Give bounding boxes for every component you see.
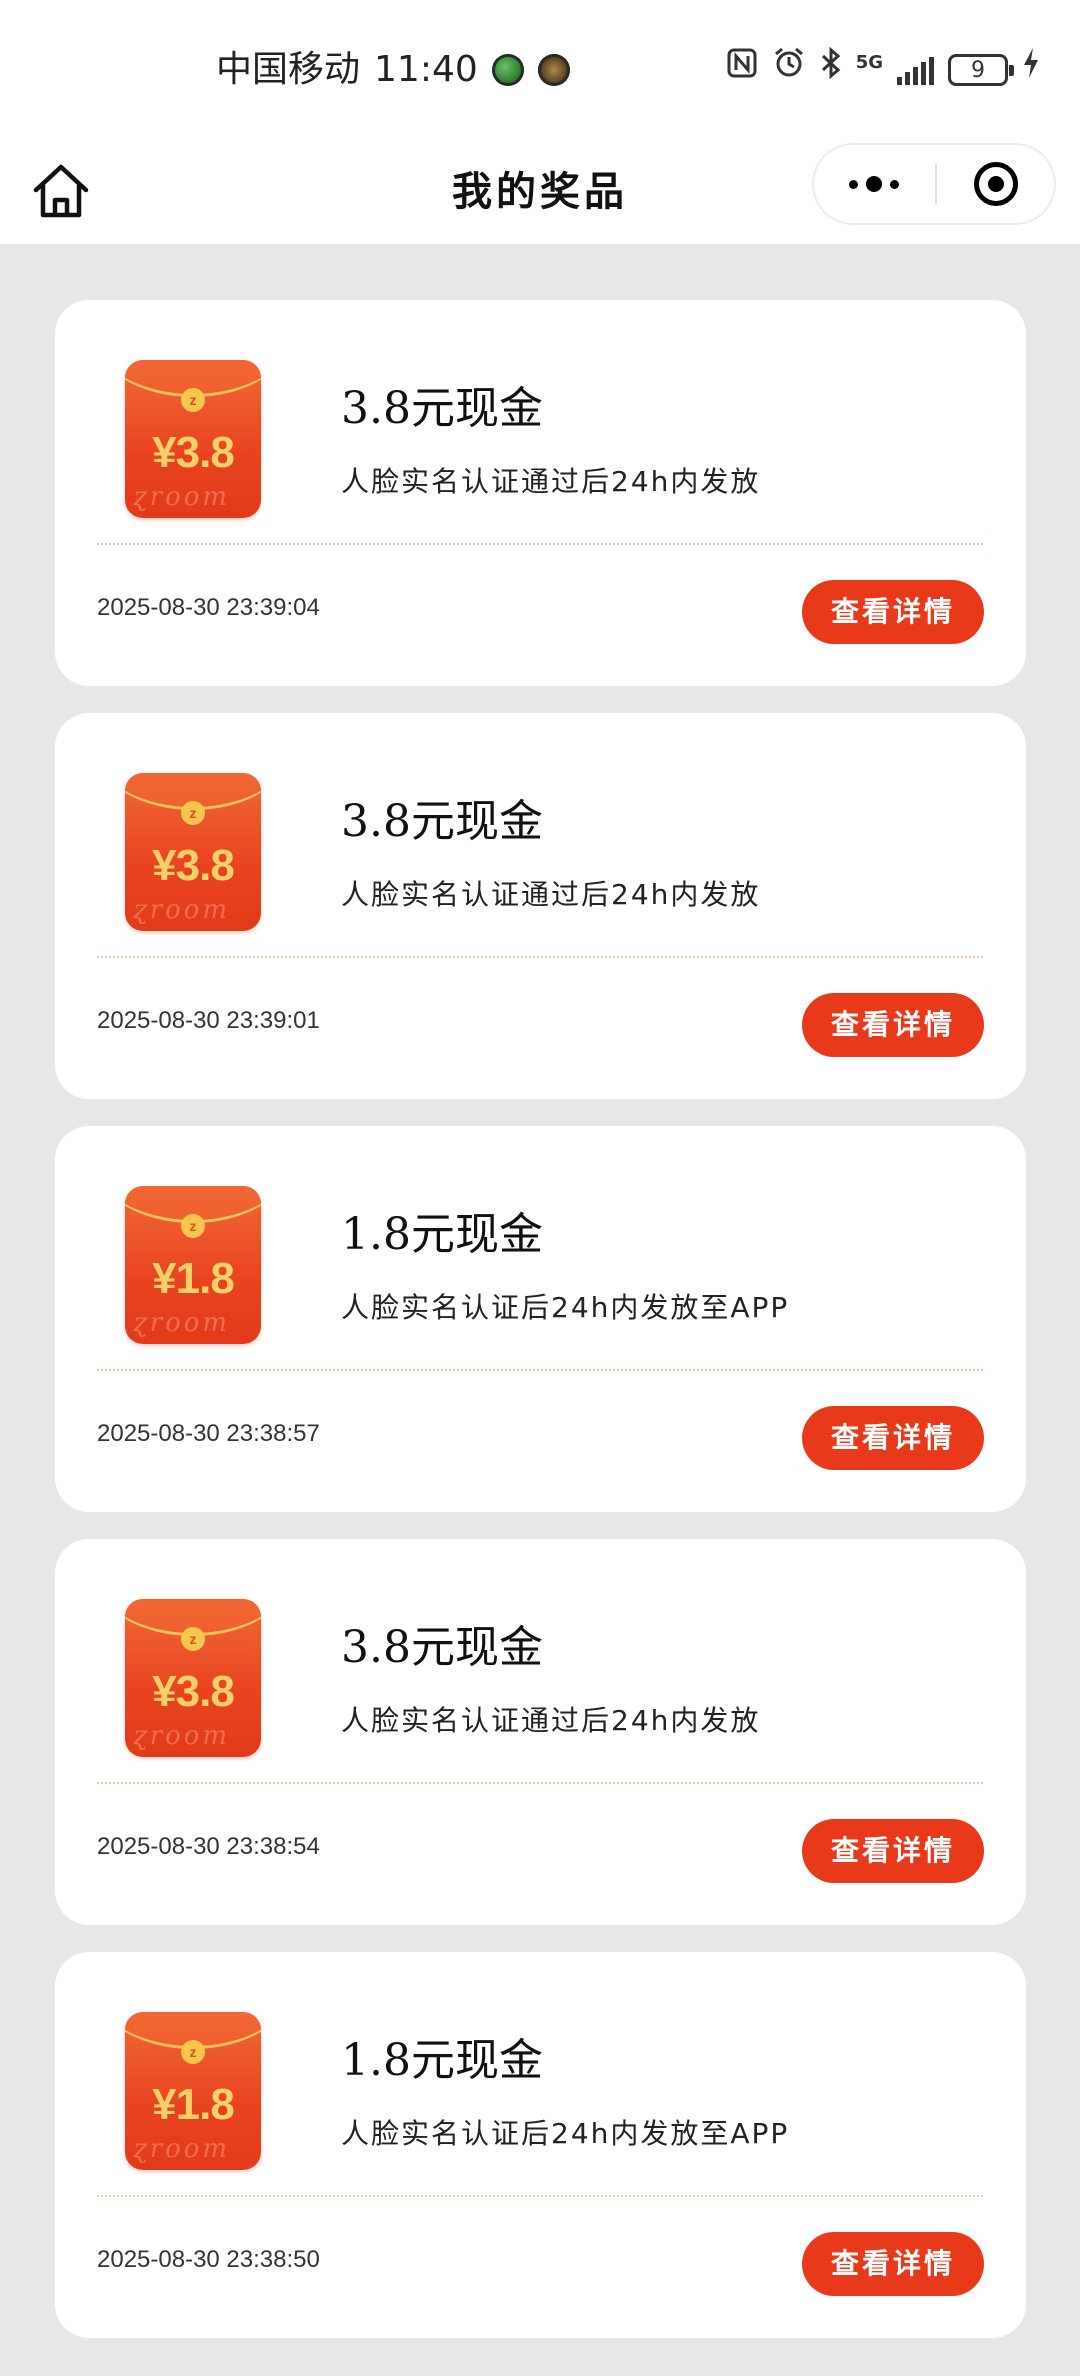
prize-description: 人脸实名认证后24h内发放至APP (341, 1291, 790, 1324)
prize-name: 1.8元现金 (341, 2035, 543, 2086)
view-details-button[interactable]: 查看详情 (802, 1406, 984, 1470)
network-type: 5G (855, 52, 883, 73)
prize-description: 人脸实名认证通过后24h内发放 (341, 878, 761, 911)
prize-card: z ¥3.8 ɀroom 3.8元现金 人脸实名认证通过后24h内发放 2025… (55, 713, 1026, 1099)
carrier-label: 中国移动 (216, 49, 361, 90)
red-envelope-icon: z ¥3.8 ɀroom (125, 360, 261, 518)
prize-name: 3.8元现金 (341, 796, 543, 847)
capsule-divider (935, 163, 937, 205)
close-icon (974, 162, 1018, 206)
battery-level: 9 (971, 57, 985, 83)
prize-description: 人脸实名认证通过后24h内发放 (341, 1704, 761, 1737)
status-bar: 中国移动 11:40 5G 9 (0, 0, 1080, 140)
red-envelope-icon: z ¥3.8 ɀroom (125, 1599, 261, 1757)
view-details-button[interactable]: 查看详情 (802, 1819, 984, 1883)
mini-program-capsule (812, 143, 1056, 225)
prize-timestamp: 2025-08-30 23:38:50 (97, 2246, 320, 2273)
title-bar: 我的奖品 (0, 140, 1080, 244)
card-divider (97, 543, 983, 545)
red-envelope-icon: z ¥1.8 ɀroom (125, 1186, 261, 1344)
prize-name: 3.8元现金 (341, 1622, 543, 1673)
prize-card: z ¥3.8 ɀroom 3.8元现金 人脸实名认证通过后24h内发放 2025… (55, 1539, 1026, 1925)
home-button[interactable] (30, 160, 92, 222)
card-divider (97, 956, 983, 958)
envelope-amount: ¥3.8 (152, 1667, 235, 1716)
prize-timestamp: 2025-08-30 23:38:54 (97, 1833, 320, 1860)
notification-app-icon (537, 54, 570, 86)
view-details-button[interactable]: 查看详情 (802, 993, 984, 1057)
prize-description: 人脸实名认证通过后24h内发放 (341, 465, 761, 498)
nfc-icon (726, 46, 758, 94)
view-details-button[interactable]: 查看详情 (802, 2232, 984, 2296)
prize-name: 3.8元现金 (341, 383, 543, 434)
clock: 11:40 (374, 49, 478, 90)
red-envelope-icon: z ¥3.8 ɀroom (125, 773, 261, 931)
more-icon-center (866, 176, 882, 192)
phone-app-icon (491, 54, 524, 86)
card-divider (97, 1782, 983, 1784)
prize-timestamp: 2025-08-30 23:39:04 (97, 594, 320, 621)
bluetooth-icon (820, 46, 842, 95)
prize-name: 1.8元现金 (341, 1209, 543, 1260)
prize-timestamp: 2025-08-30 23:38:57 (97, 1420, 320, 1447)
envelope-amount: ¥3.8 (152, 428, 235, 477)
more-icon (849, 179, 858, 189)
envelope-amount: ¥1.8 (152, 1254, 235, 1303)
card-divider (97, 1369, 983, 1371)
envelope-amount: ¥1.8 (152, 2080, 235, 2129)
red-envelope-icon: z ¥1.8 ɀroom (125, 2012, 261, 2170)
home-icon (33, 164, 89, 218)
alarm-icon (772, 46, 806, 95)
view-details-button[interactable]: 查看详情 (802, 580, 984, 644)
prize-timestamp: 2025-08-30 23:39:01 (97, 1007, 320, 1034)
status-left: 中国移动 11:40 (216, 46, 570, 94)
envelope-amount: ¥3.8 (152, 841, 235, 890)
card-divider (97, 2195, 983, 2197)
charging-icon (1022, 46, 1040, 95)
prize-list: z ¥3.8 ɀroom 3.8元现金 人脸实名认证通过后24h内发放 2025… (55, 300, 1026, 2365)
close-button[interactable] (938, 145, 1054, 223)
prize-card: z ¥1.8 ɀroom 1.8元现金 人脸实名认证后24h内发放至APP 20… (55, 1952, 1026, 2338)
more-button[interactable] (814, 145, 934, 223)
prize-description: 人脸实名认证后24h内发放至APP (341, 2117, 790, 2150)
prize-card: z ¥3.8 ɀroom 3.8元现金 人脸实名认证通过后24h内发放 2025… (55, 300, 1026, 686)
signal-icon (897, 55, 934, 85)
prize-card: z ¥1.8 ɀroom 1.8元现金 人脸实名认证后24h内发放至APP 20… (55, 1126, 1026, 1512)
status-right: 5G 9 (726, 46, 1040, 94)
more-icon-right (890, 179, 899, 189)
battery-icon: 9 (948, 54, 1014, 86)
